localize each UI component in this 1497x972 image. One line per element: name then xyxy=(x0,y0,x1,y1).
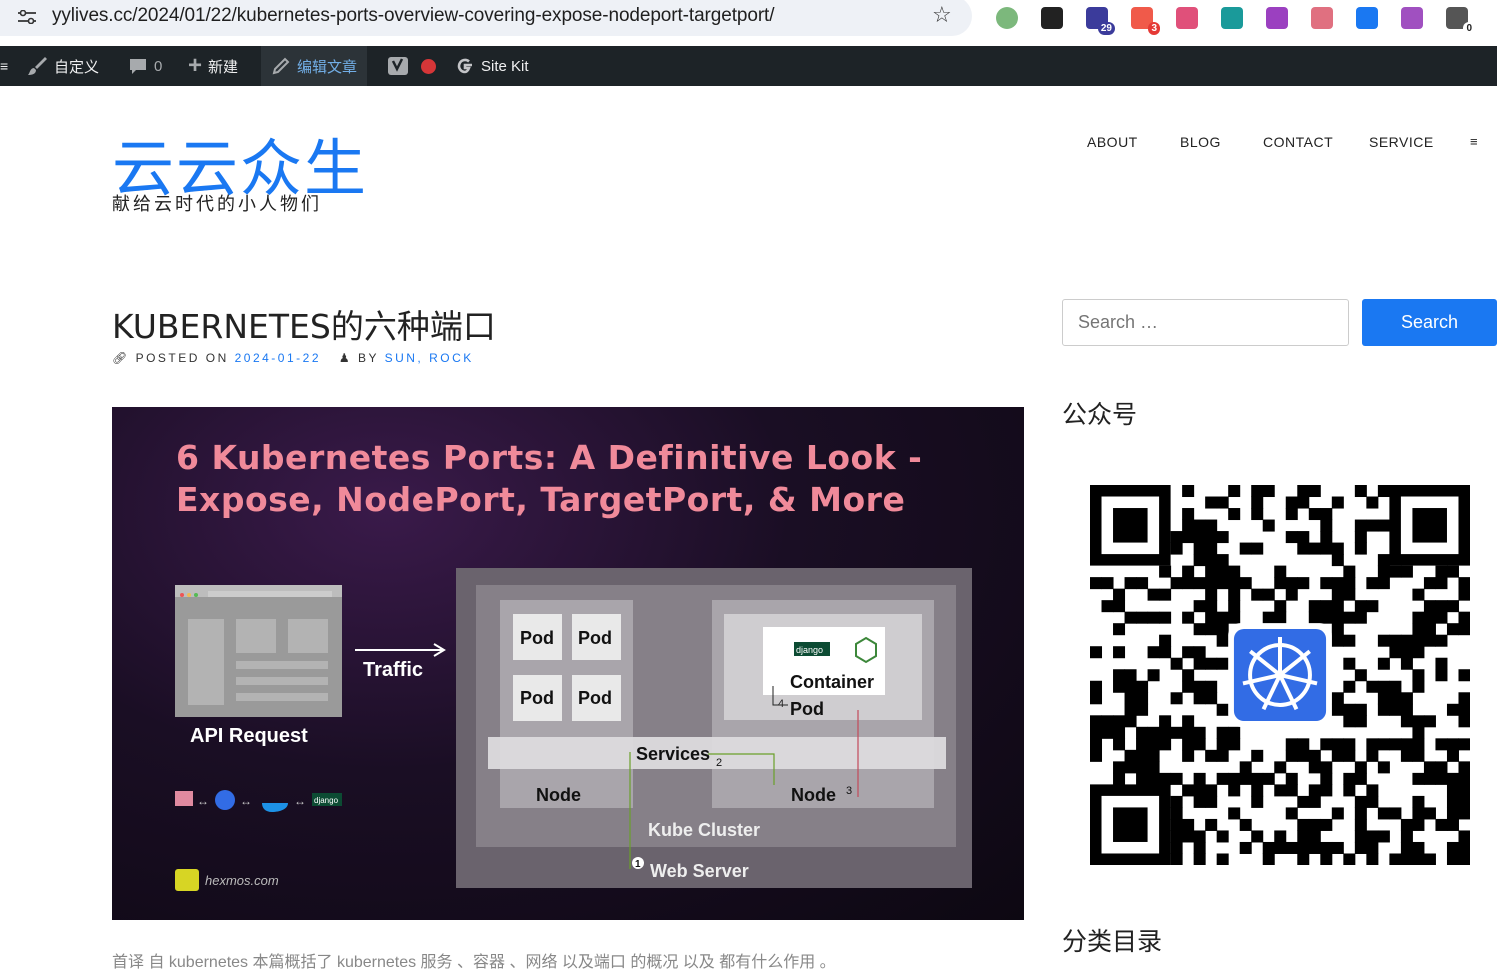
extension-badge: 3 xyxy=(1148,22,1160,35)
posted-on-label: POSTED ON xyxy=(135,351,229,365)
comments-link[interactable]: 0 xyxy=(128,46,162,86)
web-server-label: Web Server xyxy=(650,861,749,881)
crown-extension-icon[interactable] xyxy=(1311,7,1333,29)
edit-post-link[interactable]: 编辑文章 xyxy=(261,46,368,86)
categories-widget-title: 分类目录 xyxy=(1062,927,1163,956)
author-icon: ♟ xyxy=(338,351,353,365)
hexmos-label: hexmos.com xyxy=(205,873,279,888)
django-label: django xyxy=(314,796,339,805)
post-date-link[interactable]: 2024-01-22 xyxy=(235,351,321,365)
notion-icon[interactable] xyxy=(1041,7,1063,29)
services-label: Services xyxy=(636,744,710,764)
container-label: Container xyxy=(790,672,874,692)
translate-icon[interactable] xyxy=(1176,7,1198,29)
pod-label: Pod xyxy=(578,688,612,708)
traffic-label: Traffic xyxy=(363,659,423,681)
graduation-cap-icon[interactable]: 29 xyxy=(1086,7,1115,35)
node-label: Node xyxy=(536,785,581,805)
svg-text:↔: ↔ xyxy=(197,794,209,808)
grid-extension-icon[interactable] xyxy=(1221,7,1243,29)
nav-item-blog[interactable]: BLOG xyxy=(1180,134,1221,150)
google-g-icon xyxy=(457,58,472,74)
red-dot-icon xyxy=(421,58,436,74)
site-tagline: 献给云时代的小人物们 xyxy=(112,194,322,214)
step-3-label: 3 xyxy=(846,785,852,797)
kube-cluster-label: Kube Cluster xyxy=(648,820,760,840)
search-input[interactable] xyxy=(1062,299,1349,346)
browser-window-graphic xyxy=(175,585,342,717)
circle-extension-icon[interactable] xyxy=(996,7,1018,29)
admin-bar: ≡ 自定义 0 + 新建 编辑文章 Site Kit xyxy=(0,46,1497,86)
menu-icon: ≡ xyxy=(0,58,9,74)
url-text[interactable]: yylives.cc/2024/01/22/kubernetes-ports-o… xyxy=(52,5,775,27)
featured-image: 6 Kubernetes Ports: A Definitive Look - … xyxy=(112,407,1024,920)
post-meta: 🔗︎ POSTED ON 2024-01-22 ♟ BY SUN, ROCK xyxy=(112,351,474,365)
inner-pod-label: Pod xyxy=(790,699,824,719)
refresh-extension-icon[interactable]: 0 xyxy=(1446,7,1475,35)
site-kit-link[interactable]: Site Kit xyxy=(455,46,529,86)
nav-item-service[interactable]: SERVICE xyxy=(1369,134,1434,150)
nav-item-contact[interactable]: CONTACT xyxy=(1263,134,1333,150)
pod-label: Pod xyxy=(520,628,554,648)
search-button[interactable]: Search xyxy=(1362,299,1497,346)
openai-icon[interactable] xyxy=(1401,7,1423,29)
wechat-widget-title: 公众号 xyxy=(1062,400,1138,429)
svg-text:↔: ↔ xyxy=(240,794,252,808)
link-icon: 🔗︎ xyxy=(112,351,130,365)
wechat-qr-code xyxy=(1090,485,1470,865)
feather-extension-icon[interactable] xyxy=(1356,7,1378,29)
browser-toolbar: yylives.cc/2024/01/22/kubernetes-ports-o… xyxy=(0,0,1497,46)
site-kit-label: Site Kit xyxy=(481,57,529,75)
lr-extension-icon[interactable] xyxy=(1266,7,1288,29)
yoast-icon xyxy=(388,57,408,75)
nav-item-about[interactable]: ABOUT xyxy=(1087,134,1138,150)
pencil-icon xyxy=(272,57,290,75)
seo-status-indicator[interactable] xyxy=(421,46,436,86)
by-label: BY xyxy=(357,351,379,365)
step-2-label: 2 xyxy=(716,757,722,769)
site-info-icon[interactable] xyxy=(18,10,36,24)
new-content-link[interactable]: + 新建 xyxy=(188,46,238,86)
post-author-link[interactable]: SUN, ROCK xyxy=(385,351,474,365)
bookmark-star-icon[interactable]: ☆ xyxy=(932,2,952,28)
yoast-seo-menu[interactable] xyxy=(387,46,409,86)
customize-link[interactable]: 自定义 xyxy=(26,46,99,86)
edit-post-label: 编辑文章 xyxy=(297,58,358,76)
customize-label: 自定义 xyxy=(54,58,100,76)
stack-extension-icon[interactable]: 3 xyxy=(1131,7,1160,35)
nav-menu-icon[interactable]: ≡ xyxy=(1470,134,1478,149)
extension-badge: 0 xyxy=(1463,22,1475,35)
admin-menu-toggle[interactable]: ≡ xyxy=(0,46,8,86)
api-request-label: API Request xyxy=(190,725,308,747)
address-bar[interactable]: yylives.cc/2024/01/22/kubernetes-ports-o… xyxy=(0,0,972,36)
new-label: 新建 xyxy=(208,58,239,76)
post-title: KUBERNETES的六种端口 xyxy=(112,307,496,346)
pod-label: Pod xyxy=(578,628,612,648)
kubernetes-diagram: API Request Traffic Pod Pod Pod Pod djan… xyxy=(175,568,972,891)
plus-icon: + xyxy=(188,52,203,79)
comments-count: 0 xyxy=(154,57,163,75)
pod-label: Pod xyxy=(520,688,554,708)
svg-text:↔: ↔ xyxy=(294,794,306,808)
django-label: django xyxy=(796,645,823,655)
node-label: Node xyxy=(791,785,836,805)
extension-badge: 29 xyxy=(1097,22,1115,35)
post-excerpt: 首译 自 kubernetes 本篇概括了 kubernetes 服务 、容器 … xyxy=(112,954,836,971)
step-4-label: 4 xyxy=(778,698,784,710)
step-1-label: 1 xyxy=(635,859,641,870)
comment-bubble-icon xyxy=(130,59,146,74)
brush-icon xyxy=(28,57,47,75)
